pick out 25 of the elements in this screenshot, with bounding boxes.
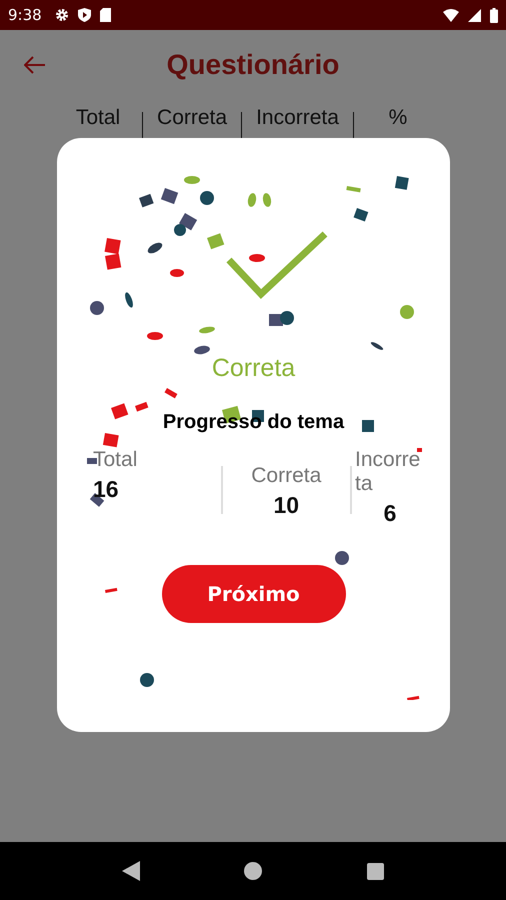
stat-value: 6 bbox=[384, 500, 396, 527]
column-header: Correta bbox=[156, 106, 228, 130]
stat-value: 10 bbox=[273, 492, 300, 519]
settings-icon bbox=[54, 8, 69, 22]
stat-label: Total bbox=[93, 448, 138, 472]
home-nav-icon[interactable] bbox=[244, 862, 262, 880]
column-header: Total bbox=[74, 106, 122, 130]
wifi-icon bbox=[443, 8, 459, 22]
recents-nav-icon[interactable] bbox=[366, 862, 384, 880]
stat-value: 16 bbox=[93, 476, 119, 503]
stat-label: Correta bbox=[251, 464, 322, 488]
column-header: % bbox=[388, 106, 408, 130]
back-arrow-icon[interactable] bbox=[24, 56, 46, 74]
back-nav-icon[interactable] bbox=[122, 861, 140, 881]
status-time: 9:38 bbox=[8, 6, 42, 24]
signal-icon bbox=[468, 8, 481, 22]
battery-icon bbox=[490, 8, 498, 22]
next-button[interactable]: Próximo bbox=[162, 565, 346, 623]
result-label: Correta bbox=[212, 354, 296, 383]
shield-play-icon bbox=[78, 8, 91, 22]
sd-card-icon bbox=[100, 8, 111, 22]
stat-label: Incorre ta bbox=[355, 448, 422, 496]
progress-title: Progresso do tema bbox=[162, 411, 344, 434]
column-header: Incorreta bbox=[255, 106, 340, 130]
page-title: Questionário bbox=[166, 49, 340, 81]
